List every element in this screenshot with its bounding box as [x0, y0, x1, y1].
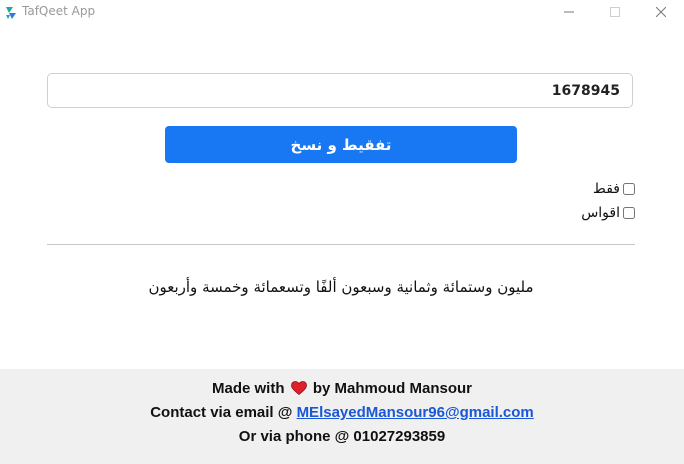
contact-line: Contact via email @ MElsayedMansour96@gm… — [0, 404, 684, 421]
option-aqwas[interactable]: اقواس — [581, 205, 635, 221]
minimize-button[interactable] — [546, 0, 592, 24]
aqwas-label: اقواس — [581, 205, 620, 221]
faqat-checkbox[interactable] — [623, 183, 635, 195]
divider — [47, 244, 635, 245]
contact-prefix: Contact via email @ — [150, 404, 293, 421]
made-with-line: Made with by Mahmoud Mansour — [0, 380, 684, 397]
phone-line: Or via phone @ 01027293859 — [238, 428, 446, 445]
window-title: TafQeet App — [22, 4, 96, 18]
option-faqat[interactable]: فقط — [593, 181, 635, 197]
maximize-button[interactable] — [592, 0, 638, 24]
minimize-icon — [564, 11, 574, 13]
close-icon — [656, 7, 666, 17]
footer: Made with by Mahmoud Mansour Contact via… — [0, 369, 684, 464]
maximize-icon — [610, 7, 620, 17]
email-link[interactable]: MElsayedMansour96@gmail.com — [297, 404, 534, 421]
result-text: مليون وستمائة وثمانية وسبعون ألفًا وتسعم… — [148, 278, 534, 296]
title-bar: TafQeet App — [0, 0, 684, 24]
app-icon — [4, 5, 18, 19]
number-input[interactable] — [47, 73, 633, 108]
made-with-prefix: Made with — [211, 380, 285, 397]
heart-icon — [290, 381, 307, 395]
convert-copy-button[interactable]: تفقيط و نسخ — [165, 126, 517, 163]
made-with-suffix: by Mahmoud Mansour — [312, 380, 473, 397]
faqat-label: فقط — [592, 181, 620, 197]
close-button[interactable] — [638, 0, 684, 24]
aqwas-checkbox[interactable] — [623, 207, 635, 219]
